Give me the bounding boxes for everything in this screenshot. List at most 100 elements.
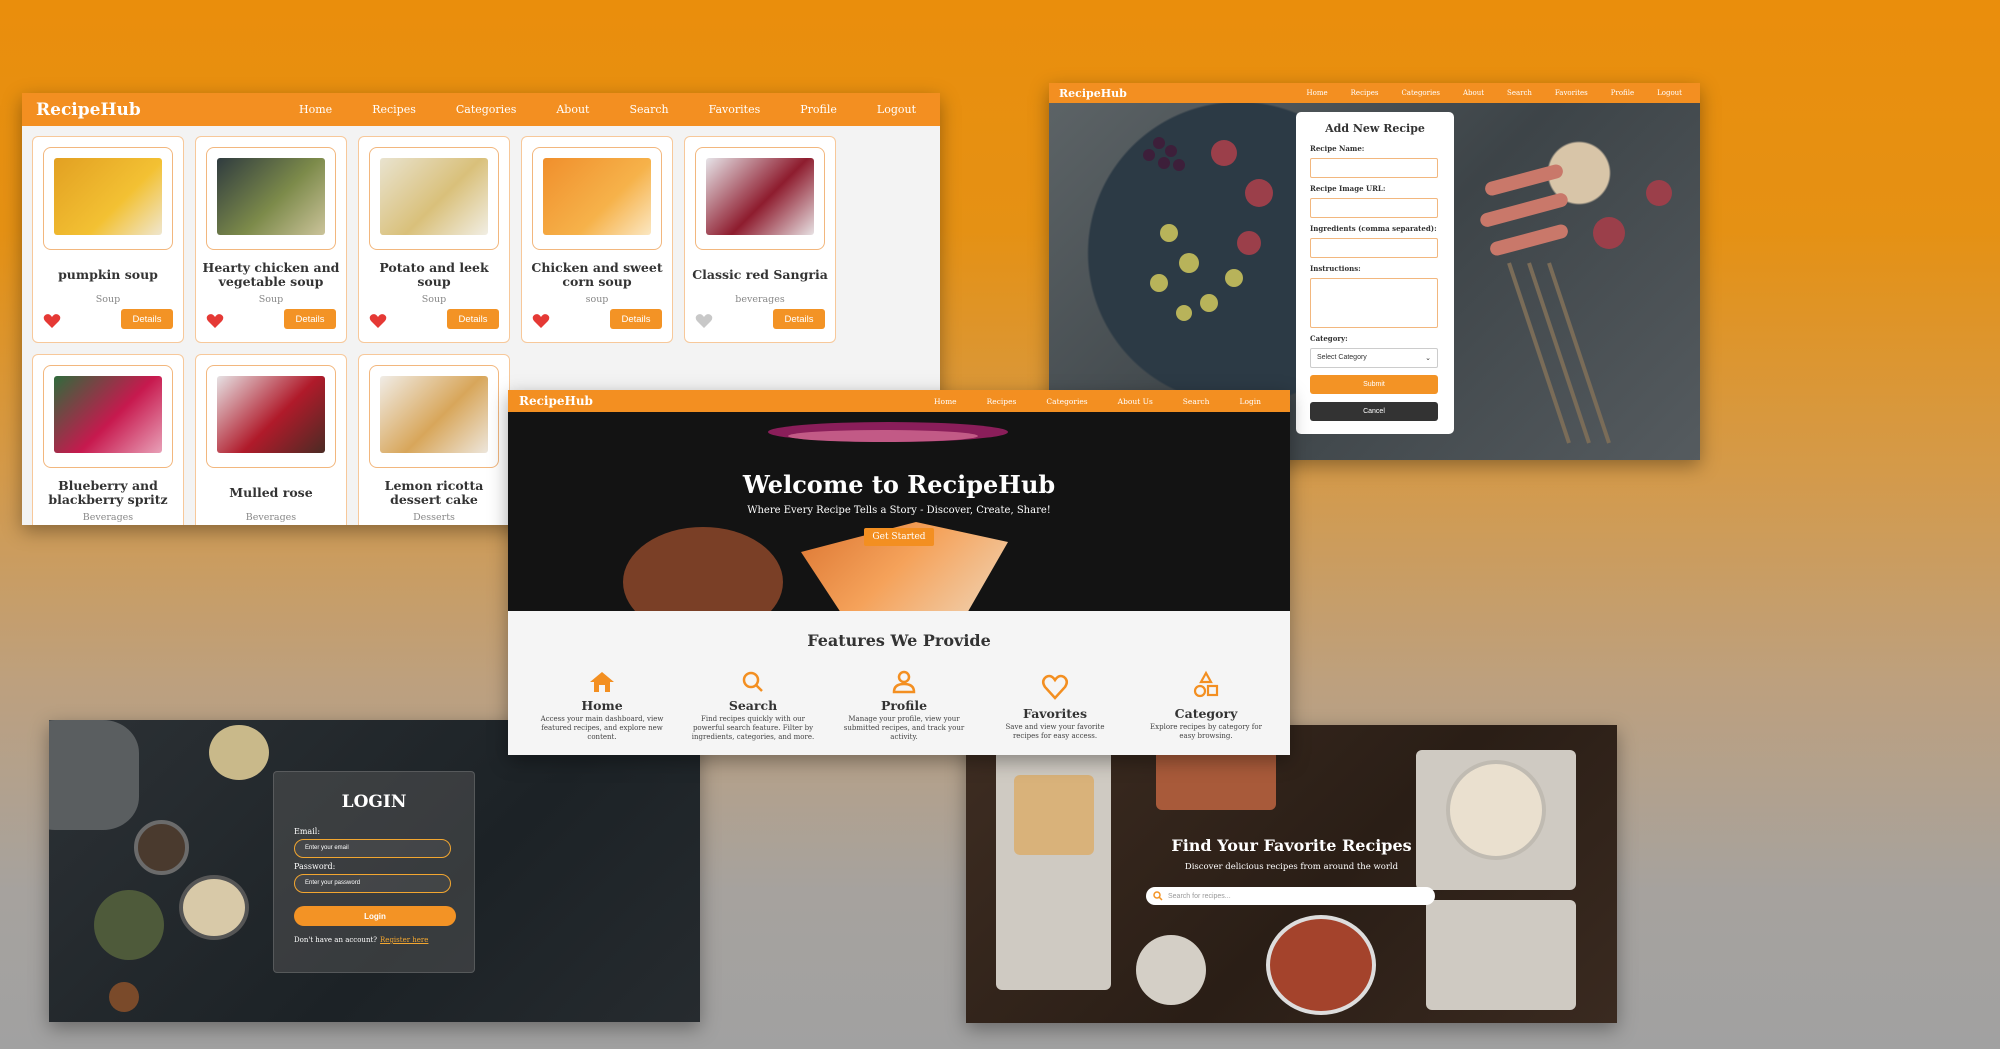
nav-profile[interactable]: Profile — [800, 103, 837, 116]
password-label: Password: — [294, 862, 336, 871]
nav-categories[interactable]: Categories — [1046, 397, 1087, 406]
recipe-title[interactable]: Potato and leek soup — [363, 260, 505, 290]
recipe-category: Soup — [258, 294, 284, 305]
recipe-card[interactable]: Mulled rose Beverages — [195, 354, 347, 525]
recipe-name-input[interactable] — [1310, 158, 1438, 178]
recipe-card[interactable]: Classic red Sangria beverages Details — [684, 136, 836, 343]
favorite-heart-icon[interactable] — [206, 313, 224, 329]
cloth-image — [49, 720, 139, 830]
recipe-title[interactable]: pumpkin soup — [37, 260, 179, 290]
nav-profile[interactable]: Profile — [1611, 89, 1634, 97]
category-select[interactable]: Select Category ⌄ — [1310, 348, 1438, 368]
nav-favorites[interactable]: Favorites — [1555, 89, 1588, 97]
leaf-image — [94, 890, 164, 960]
details-button[interactable]: Details — [447, 309, 499, 329]
nav-recipes[interactable]: Recipes — [987, 397, 1017, 406]
register-link[interactable]: Register here — [380, 936, 428, 944]
recipe-title[interactable]: Hearty chicken and vegetable soup — [200, 260, 342, 290]
favorite-heart-icon[interactable] — [532, 313, 550, 329]
recipe-title[interactable]: Lemon ricotta dessert cake — [363, 478, 505, 508]
feature-desc: Find recipes quickly with our powerful s… — [691, 715, 815, 741]
submit-button[interactable]: Submit — [1310, 375, 1438, 394]
favorite-heart-icon[interactable] — [369, 313, 387, 329]
nav-about[interactable]: About Us — [1118, 397, 1153, 406]
brand-logo[interactable]: RecipeHub — [519, 394, 593, 408]
recipe-image-input[interactable] — [1310, 198, 1438, 218]
nav-favorites[interactable]: Favorites — [709, 103, 761, 116]
nav-links: Home Recipes Categories About Search Fav… — [1307, 89, 1690, 97]
recipe-card[interactable]: Lemon ricotta dessert cake Desserts — [358, 354, 510, 525]
get-started-button[interactable]: Get Started — [864, 528, 934, 546]
nav-search[interactable]: Search — [1183, 397, 1210, 406]
spice-image — [109, 982, 139, 1012]
nav-logout[interactable]: Logout — [1657, 89, 1682, 97]
potato-image — [623, 527, 783, 611]
bowl-image — [134, 820, 189, 875]
recipe-category: beverages — [735, 294, 785, 305]
recipe-image-frame — [206, 147, 336, 250]
add-recipe-form: Add New Recipe Recipe Name: Recipe Image… — [1296, 112, 1454, 434]
recipe-image — [54, 376, 162, 453]
feature-desc: Access your main dashboard, view feature… — [540, 715, 664, 741]
login-button[interactable]: Login — [294, 906, 456, 926]
feature-name: Search — [728, 698, 778, 713]
feature-home[interactable]: Home Access your main dashboard, view fe… — [536, 670, 668, 752]
details-button[interactable]: Details — [121, 309, 173, 329]
nav-links: Home Recipes Categories About Search Fav… — [299, 103, 926, 116]
brand-logo[interactable]: RecipeHub — [1059, 87, 1127, 100]
nav-home[interactable]: Home — [299, 103, 332, 116]
recipe-card[interactable]: Blueberry and blackberry spritz Beverage… — [32, 354, 184, 525]
nav-search[interactable]: Search — [1507, 89, 1532, 97]
feature-search[interactable]: Search Find recipes quickly with our pow… — [687, 670, 819, 752]
nav-recipes[interactable]: Recipes — [372, 103, 416, 116]
brand-logo[interactable]: RecipeHub — [36, 100, 141, 120]
onion-image — [788, 430, 978, 442]
feature-desc: Manage your profile, view your submitted… — [843, 715, 965, 741]
recipe-card[interactable]: Potato and leek soup Soup Details — [358, 136, 510, 343]
nav-categories[interactable]: Categories — [456, 103, 517, 116]
feature-name: Home — [581, 698, 623, 713]
nav-home[interactable]: Home — [934, 397, 957, 406]
search-icon — [742, 671, 763, 692]
recipe-card[interactable]: pumpkin soup Soup Details — [32, 136, 184, 343]
nav-login[interactable]: Login — [1239, 397, 1261, 406]
plate-image — [1136, 935, 1206, 1005]
nav-home[interactable]: Home — [1307, 89, 1328, 97]
recipe-category: Beverages — [245, 512, 297, 523]
details-button[interactable]: Details — [773, 309, 825, 329]
recipe-title[interactable]: Blueberry and blackberry spritz — [37, 478, 179, 508]
email-field[interactable]: Enter your email — [294, 839, 451, 858]
feature-favorites[interactable]: Favorites Save and view your favorite re… — [989, 670, 1121, 752]
recipe-card[interactable]: Chicken and sweet corn soup soup Details — [521, 136, 673, 343]
feature-profile[interactable]: Profile Manage your profile, view your s… — [838, 670, 970, 752]
feature-desc: Save and view your favorite recipes for … — [1005, 723, 1105, 740]
recipe-title[interactable]: Classic red Sangria — [689, 260, 831, 290]
recipe-image — [54, 158, 162, 235]
nav-categories[interactable]: Categories — [1401, 89, 1440, 97]
ingredients-input[interactable] — [1310, 238, 1438, 258]
nav-recipes[interactable]: Recipes — [1351, 89, 1379, 97]
nav-logout[interactable]: Logout — [877, 103, 916, 116]
password-field[interactable]: Enter your password — [294, 874, 451, 893]
landing-screenshot: RecipeHub Home Recipes Categories About … — [508, 390, 1290, 755]
cancel-button[interactable]: Cancel — [1310, 402, 1438, 421]
form-title: Add New Recipe — [1325, 122, 1425, 135]
chevron-down-icon: ⌄ — [1425, 355, 1431, 362]
instructions-textarea[interactable] — [1310, 278, 1438, 328]
nav-about[interactable]: About — [1463, 89, 1484, 97]
feature-name: Category — [1174, 706, 1238, 721]
nav-search[interactable]: Search — [629, 103, 668, 116]
recipe-card[interactable]: Hearty chicken and vegetable soup Soup D… — [195, 136, 347, 343]
feature-category[interactable]: Category Explore recipes by category for… — [1140, 670, 1272, 752]
recipe-title[interactable]: Chicken and sweet corn soup — [526, 260, 668, 290]
favorite-heart-icon[interactable] — [695, 313, 713, 329]
recipe-category: Soup — [421, 294, 447, 305]
recipe-category: Desserts — [413, 512, 455, 523]
nav-about[interactable]: About — [556, 103, 589, 116]
favorite-heart-icon[interactable] — [43, 313, 61, 329]
search-input[interactable]: Search for recipes... — [1146, 887, 1435, 905]
details-button[interactable]: Details — [284, 309, 336, 329]
recipe-title[interactable]: Mulled rose — [200, 478, 342, 508]
details-button[interactable]: Details — [610, 309, 662, 329]
login-form: LOGIN Email: Enter your email Password: … — [273, 771, 475, 973]
